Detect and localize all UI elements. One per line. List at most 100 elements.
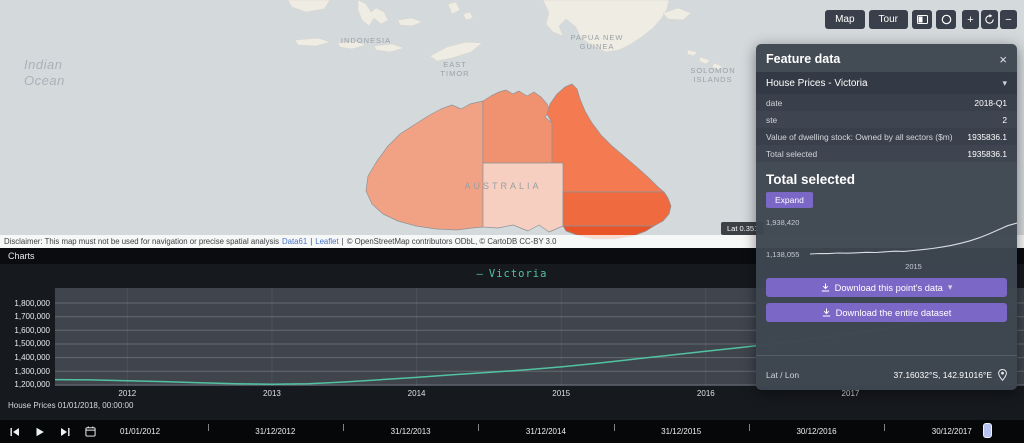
country-label-papua-new-guinea: PAPUA NEWGUINEA	[570, 33, 623, 51]
feature-row: ste2	[756, 111, 1017, 128]
playback-controls	[6, 420, 99, 443]
y-axis-tick-label: 1,500,000	[0, 339, 50, 348]
feature-panel-header: Feature data ×	[756, 44, 1017, 72]
timeline-tick	[614, 424, 615, 431]
state-western-australia[interactable]	[366, 101, 483, 230]
x-axis-tick-label: 2015	[552, 389, 570, 398]
state-south-australia[interactable]	[483, 163, 563, 232]
timeline-scrubber[interactable]	[983, 423, 992, 438]
location-pin-icon[interactable]	[998, 369, 1007, 381]
close-icon[interactable]: ×	[999, 53, 1007, 66]
x-axis-tick-label: 2013	[263, 389, 281, 398]
jump-to-end-icon	[60, 427, 70, 437]
download-icon	[821, 283, 830, 292]
zoom-in-button[interactable]: +	[962, 10, 979, 29]
timeline-date-label[interactable]: 30/12/2016	[796, 427, 836, 436]
play-button[interactable]	[31, 423, 49, 440]
feature-row: Total selected1935836.1	[756, 145, 1017, 162]
refresh-icon	[984, 14, 995, 25]
download-dataset-label: Download the entire dataset	[836, 308, 952, 318]
x-axis-tick-label: 2017	[842, 389, 860, 398]
feature-data-panel: Feature data × House Prices - Victoria ▾…	[756, 44, 1017, 390]
timeline-date-label[interactable]: 31/12/2012	[255, 427, 295, 436]
y-axis-tick-label: 1,600,000	[0, 326, 50, 335]
compass-ring-icon	[941, 14, 952, 25]
download-point-button[interactable]: Download this point's data ▾	[766, 278, 1007, 297]
state-new-south-wales[interactable]	[563, 192, 671, 226]
tour-button[interactable]: Tour	[869, 10, 908, 29]
reset-view-button[interactable]	[981, 10, 998, 29]
legend-line-icon: —	[477, 268, 484, 280]
country-label-australia: AUSTRALIA	[464, 181, 541, 191]
latlon-value: 37.16032°S, 142.91016°E	[894, 370, 993, 380]
chevron-down-icon: ▾	[1002, 78, 1007, 89]
x-axis-tick-label: 2014	[408, 389, 426, 398]
latlon-label: Lat / Lon	[766, 370, 894, 380]
latlon-row: Lat / Lon 37.16032°S, 142.91016°E	[766, 369, 1007, 381]
chevron-down-icon: ▾	[948, 282, 953, 293]
state-northern-territory[interactable]	[483, 90, 552, 163]
split-view-button[interactable]	[912, 10, 932, 29]
map-credits: © OpenStreetMap contributors ODbL, © Car…	[347, 237, 557, 246]
leaflet-link[interactable]: Leaflet	[315, 237, 338, 246]
jump-to-end-button[interactable]	[56, 423, 74, 440]
download-icon	[822, 308, 831, 317]
app: IndianOcean INDONESIA EASTTIMOR PAPUA NE…	[0, 0, 1024, 443]
timeline-tick	[478, 424, 479, 431]
zoom-controls: + −	[962, 10, 1017, 29]
timeline-tick	[343, 424, 344, 431]
jump-to-start-button[interactable]	[6, 423, 24, 440]
y-axis-tick-label: 1,200,000	[0, 380, 50, 389]
data61-link[interactable]: Data61	[282, 237, 307, 246]
separator: |	[342, 237, 344, 246]
timeline-date-label[interactable]: 31/12/2014	[526, 427, 566, 436]
dataset-name: House Prices - Victoria	[766, 78, 868, 89]
sparkline-min-label: 1,138,055	[766, 250, 799, 259]
dataset-selector[interactable]: House Prices - Victoria ▾	[756, 72, 1017, 94]
timeline-bar[interactable]: 01/01/2012 31/12/2012 31/12/2013 31/12/2014…	[0, 420, 1024, 443]
x-axis-tick-label: 2012	[118, 389, 136, 398]
disclaimer-text: Disclaimer: This map must not be used fo…	[4, 237, 279, 246]
jump-to-start-icon	[10, 427, 20, 437]
expand-button[interactable]: Expand	[766, 192, 813, 208]
timeline-date-label[interactable]: 30/12/2017	[932, 427, 972, 436]
split-view-icon	[917, 14, 928, 25]
x-axis-tick-label: 2016	[697, 389, 715, 398]
sparkline-x-label: 2015	[810, 262, 1017, 271]
download-point-label: Download this point's data	[835, 283, 943, 293]
divider	[756, 355, 1017, 356]
compass-button[interactable]	[936, 10, 956, 29]
legend-series-name: Victoria	[489, 268, 548, 280]
download-dataset-button[interactable]: Download the entire dataset	[766, 303, 1007, 322]
date-picker-button[interactable]	[81, 423, 99, 440]
feature-row: Value of dwelling stock: Owned by all se…	[756, 128, 1017, 145]
country-label-solomon-islands: SOLOMONISLANDS	[690, 66, 735, 84]
timeline-date-label[interactable]: 31/12/2013	[391, 427, 431, 436]
separator: |	[310, 237, 312, 246]
state-queensland[interactable]	[547, 84, 664, 192]
y-axis-tick-label: 1,400,000	[0, 353, 50, 362]
sparkline-max-label: 1,938,420	[766, 218, 799, 227]
feature-panel-title: Feature data	[766, 52, 840, 66]
timeline-date-label[interactable]: 01/01/2012	[120, 427, 160, 436]
timeline-tick	[749, 424, 750, 431]
country-label-east-timor: EASTTIMOR	[440, 60, 469, 78]
feature-row: date2018-Q1	[756, 94, 1017, 111]
y-axis-tick-label: 1,800,000	[0, 299, 50, 308]
timeline-date-label[interactable]: 31/12/2015	[661, 427, 701, 436]
total-selected-heading: Total selected	[756, 162, 1017, 190]
other-landmasses	[288, 0, 722, 70]
feature-attributes: date2018-Q1ste2Value of dwelling stock: …	[756, 94, 1017, 162]
map-toolbar: Map Tour + −	[825, 10, 1017, 29]
country-label-indonesia: INDONESIA	[341, 36, 391, 45]
y-axis-tick-label: 1,700,000	[0, 312, 50, 321]
zoom-out-button[interactable]: −	[1000, 10, 1017, 29]
play-icon	[35, 427, 45, 437]
ocean-label: IndianOcean	[24, 57, 65, 89]
feature-sparkline: 1,938,420 1,138,055 2015	[766, 216, 1007, 272]
chart-caption: House Prices 01/01/2018, 00:00:00	[8, 401, 133, 410]
calendar-icon	[85, 426, 96, 437]
map-settings-button[interactable]: Map	[825, 10, 864, 29]
timeline-tick	[884, 424, 885, 431]
y-axis-tick-label: 1,300,000	[0, 367, 50, 376]
